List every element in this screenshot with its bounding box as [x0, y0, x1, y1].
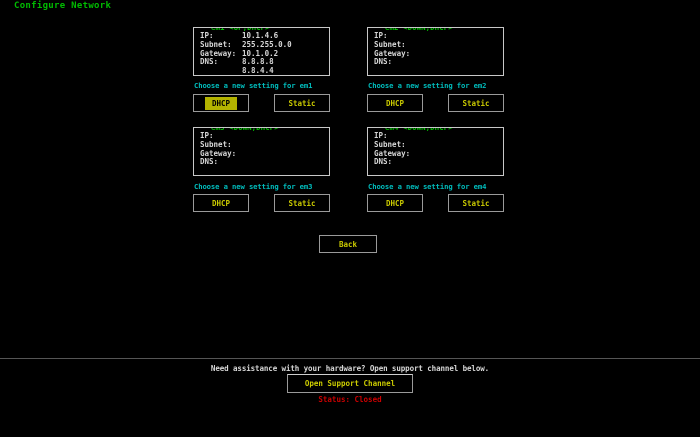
- dhcp-button-em2[interactable]: DHCP: [367, 94, 423, 112]
- interface-panel-em3: em3 <DOWN,DHCP> IP: Subnet: Gateway: DNS…: [193, 127, 330, 212]
- static-button-em4[interactable]: Static: [448, 194, 504, 212]
- interface-panel-em4: em4 <DOWN,DHCP> IP: Subnet: Gateway: DNS…: [367, 127, 504, 212]
- configure-network-screen: { "page_title": "Configure Network", "co…: [0, 0, 700, 437]
- interface-box-title-em3: em3 <DOWN,DHCP>: [207, 127, 283, 132]
- static-button-em3[interactable]: Static: [274, 194, 330, 212]
- page-title: Configure Network: [14, 1, 111, 11]
- info-row: Gateway:: [374, 150, 497, 159]
- info-row: Gateway:: [374, 50, 497, 59]
- info-row: Gateway:: [200, 150, 323, 159]
- open-support-channel-button[interactable]: Open Support Channel: [287, 374, 413, 393]
- info-row: DNS:: [200, 158, 323, 167]
- setting-buttons-em1: DHCP Static: [193, 94, 330, 112]
- interface-info-box-em4: em4 <DOWN,DHCP> IP: Subnet: Gateway: DNS…: [367, 127, 504, 176]
- setting-buttons-em2: DHCP Static: [367, 94, 504, 112]
- info-row: 8.8.4.4: [200, 67, 323, 76]
- dhcp-button-em3[interactable]: DHCP: [193, 194, 249, 212]
- dhcp-button-em1[interactable]: DHCP: [193, 94, 249, 112]
- choose-setting-label-em4: Choose a new setting for em4: [368, 182, 505, 191]
- footer-divider: [0, 358, 700, 359]
- info-row: DNS:: [374, 158, 497, 167]
- interface-box-title-em4: em4 <DOWN,DHCP>: [381, 127, 457, 132]
- choose-setting-label-em2: Choose a new setting for em2: [368, 81, 505, 90]
- static-button-em1[interactable]: Static: [274, 94, 330, 112]
- interface-panel-em1: em1 <UP,DHCP> IP:10.1.4.6 Subnet:255.255…: [193, 27, 330, 112]
- choose-setting-label-em1: Choose a new setting for em1: [194, 81, 331, 90]
- interface-box-title-em2: em2 <DOWN,DHCP>: [381, 27, 457, 32]
- static-button-em2[interactable]: Static: [448, 94, 504, 112]
- choose-setting-label-em3: Choose a new setting for em3: [194, 182, 331, 191]
- back-button[interactable]: Back: [319, 235, 377, 253]
- setting-buttons-em3: DHCP Static: [193, 194, 330, 212]
- setting-buttons-em4: DHCP Static: [367, 194, 504, 212]
- interface-info-box-em1: em1 <UP,DHCP> IP:10.1.4.6 Subnet:255.255…: [193, 27, 330, 76]
- support-status-text: Status: Closed: [0, 395, 700, 404]
- info-row: DNS:: [374, 58, 497, 67]
- interface-box-title-em1: em1 <UP,DHCP>: [207, 27, 274, 32]
- support-message: Need assistance with your hardware? Open…: [0, 364, 700, 373]
- interface-info-box-em2: em2 <DOWN,DHCP> IP: Subnet: Gateway: DNS…: [367, 27, 504, 76]
- interface-panel-em2: em2 <DOWN,DHCP> IP: Subnet: Gateway: DNS…: [367, 27, 504, 112]
- interface-info-box-em3: em3 <DOWN,DHCP> IP: Subnet: Gateway: DNS…: [193, 127, 330, 176]
- dhcp-button-em4[interactable]: DHCP: [367, 194, 423, 212]
